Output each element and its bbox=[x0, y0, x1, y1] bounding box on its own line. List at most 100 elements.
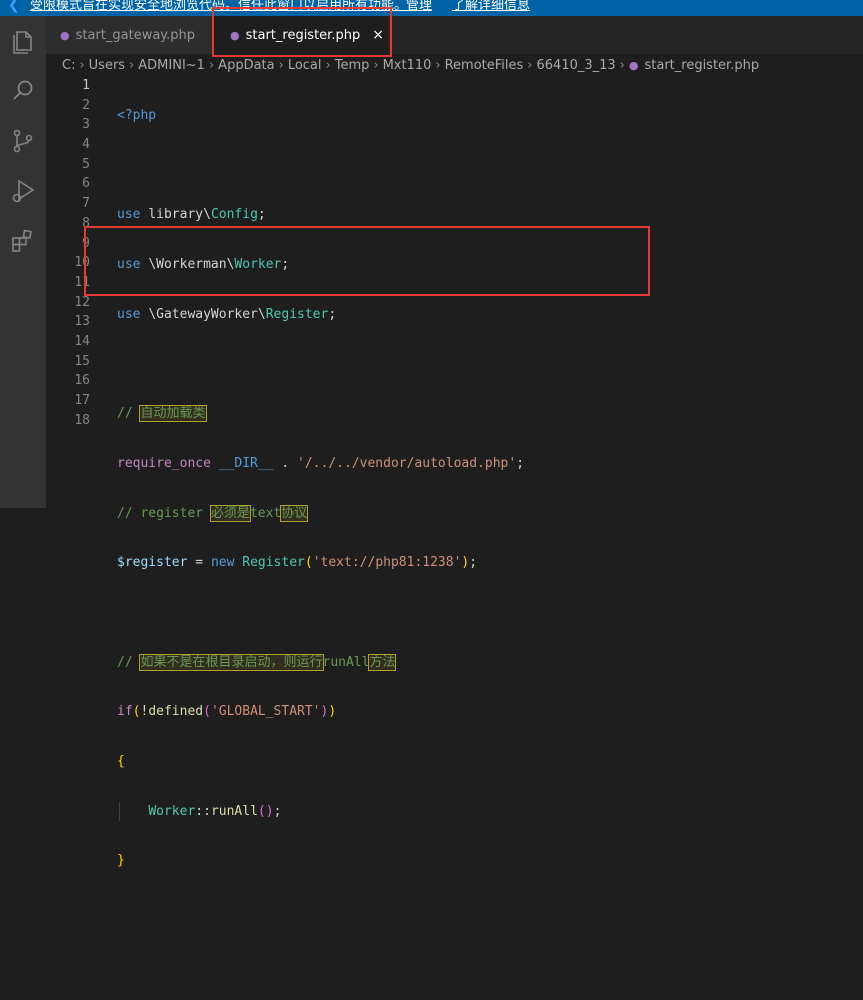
tab-label: start_gateway.php bbox=[75, 27, 196, 43]
code-line: // register 必须是text协议 bbox=[117, 504, 857, 524]
magic-constant: __DIR__ bbox=[218, 455, 274, 471]
line-number: 18 bbox=[74, 412, 90, 428]
line-number: 1 bbox=[82, 78, 90, 93]
activity-bar bbox=[0, 16, 46, 508]
tab-start-register[interactable]: ● start_register.php × bbox=[214, 16, 388, 54]
breadcrumb-item[interactable]: AppData bbox=[218, 58, 274, 73]
semicolon: ; bbox=[516, 455, 525, 471]
class-name: Worker bbox=[148, 803, 196, 819]
operator: ! bbox=[140, 704, 149, 720]
ns-sep: \ bbox=[148, 306, 157, 322]
line-number: 7 bbox=[82, 196, 90, 212]
chevron-right-icon: › bbox=[79, 57, 85, 73]
editor-tab-bar: ● start_gateway.php ● start_register.php… bbox=[46, 16, 863, 54]
breadcrumb: C: › Users › ADMINI~1 › AppData › Local › Tem… bbox=[46, 54, 863, 76]
semicolon: ; bbox=[328, 306, 337, 322]
function-name: runAll bbox=[210, 803, 258, 819]
operator: :: bbox=[195, 803, 211, 819]
line-number: 9 bbox=[82, 235, 90, 251]
restricted-mode-banner: ❮ 受限模式旨在实现安全地浏览代码。信任此窗口以启用所有功能。 管理 了解详细信… bbox=[0, 0, 863, 16]
paren: ( bbox=[304, 555, 313, 571]
code-line: Worker::runAll(); bbox=[117, 801, 857, 822]
paren: () bbox=[257, 803, 274, 819]
breadcrumb-item[interactable]: RemoteFiles bbox=[445, 58, 524, 73]
code-line: // 自动加载类 bbox=[117, 404, 857, 424]
ns-sep: \ bbox=[148, 257, 157, 273]
breadcrumb-item[interactable]: Users bbox=[89, 58, 125, 73]
restricted-mode-notice[interactable]: 受限模式旨在实现安全地浏览代码。信任此窗口以启用所有功能。 bbox=[30, 0, 407, 13]
brace: } bbox=[117, 853, 125, 869]
breadcrumb-item[interactable]: 66410_3_13 bbox=[537, 58, 616, 73]
chevron-right-icon: › bbox=[325, 57, 331, 73]
keyword: new bbox=[210, 555, 235, 571]
chevron-right-icon: › bbox=[373, 57, 379, 73]
keyword: use bbox=[117, 306, 141, 322]
code-line: if(!defined('GLOBAL_START')) bbox=[117, 702, 857, 722]
string: 'GLOBAL_START' bbox=[210, 704, 321, 720]
code-line: use \Workerman\Worker; bbox=[117, 255, 857, 275]
close-icon[interactable]: × bbox=[372, 27, 384, 43]
extensions-icon[interactable] bbox=[8, 226, 38, 256]
breadcrumb-item[interactable]: Local bbox=[288, 58, 322, 73]
code-content[interactable]: <?php use library\Config; use \Workerman… bbox=[117, 76, 857, 868]
source-control-icon[interactable] bbox=[8, 126, 38, 156]
chevron-right-icon: › bbox=[527, 57, 533, 73]
code-editor[interactable]: 1 2 3 4 5 6 7 8 9 10 11 12 13 14 15 16 1… bbox=[46, 76, 863, 868]
breadcrumb-item[interactable]: Temp bbox=[335, 58, 370, 73]
chevron-right-icon: › bbox=[435, 57, 441, 73]
namespace: GatewayWorker bbox=[156, 306, 258, 322]
semicolon: ; bbox=[469, 555, 478, 571]
php-file-icon: ● bbox=[60, 28, 70, 42]
comment-highlight: 方法 bbox=[368, 653, 397, 671]
code-line: // 如果不是在根目录启动，则运行runAll方法 bbox=[117, 653, 857, 673]
string: 'text://php81:1238' bbox=[312, 555, 462, 571]
line-number: 17 bbox=[74, 393, 90, 408]
code-line: require_once __DIR__ . '/../../vendor/au… bbox=[117, 454, 857, 474]
semicolon: ; bbox=[281, 257, 290, 273]
line-number: 8 bbox=[82, 215, 90, 231]
breadcrumb-item[interactable]: C: bbox=[62, 58, 75, 73]
php-file-icon: ● bbox=[628, 58, 639, 72]
operator: = bbox=[187, 555, 211, 571]
php-file-icon: ● bbox=[230, 28, 240, 42]
breadcrumb-item[interactable]: ADMINI~1 bbox=[138, 58, 205, 73]
code-line: use \GatewayWorker\Register; bbox=[117, 305, 857, 325]
tab-start-gateway[interactable]: ● start_gateway.php bbox=[46, 16, 212, 54]
chevron-right-icon: › bbox=[278, 57, 284, 73]
line-number: 6 bbox=[82, 176, 90, 192]
search-icon[interactable] bbox=[8, 76, 38, 106]
learn-more-link[interactable]: 了解详细信息 bbox=[452, 0, 530, 13]
namespace: Workerman bbox=[156, 257, 227, 273]
ns-sep: \ bbox=[203, 207, 211, 223]
line-number: 2 bbox=[82, 97, 90, 113]
explorer-icon[interactable] bbox=[8, 26, 38, 56]
line-number: 15 bbox=[74, 353, 90, 369]
line-number-gutter: 1 2 3 4 5 6 7 8 9 10 11 12 13 14 15 16 1… bbox=[46, 76, 90, 508]
class-name: Worker bbox=[234, 257, 282, 273]
class-name: Config bbox=[210, 207, 258, 223]
chevron-right-icon: › bbox=[619, 57, 625, 73]
operator: . bbox=[273, 455, 298, 471]
line-number: 5 bbox=[82, 156, 90, 172]
chevron-right-icon: › bbox=[129, 57, 135, 73]
line-number: 14 bbox=[74, 333, 90, 349]
php-open-tag: <?php bbox=[117, 108, 157, 123]
keyword: if bbox=[117, 704, 133, 720]
breadcrumb-item[interactable]: start_register.php bbox=[644, 58, 759, 73]
keyword: require_once bbox=[117, 455, 211, 471]
line-number: 16 bbox=[74, 373, 90, 389]
breadcrumb-item[interactable]: Mxt110 bbox=[383, 58, 432, 73]
tab-label: start_register.php bbox=[245, 27, 361, 43]
run-debug-icon[interactable] bbox=[8, 176, 38, 206]
paren: ) bbox=[328, 704, 337, 720]
paren: ) bbox=[320, 704, 329, 720]
manage-link[interactable]: 管理 bbox=[406, 0, 432, 13]
semicolon: ; bbox=[257, 207, 266, 223]
class-name: Register bbox=[265, 306, 329, 322]
comment-highlight: 自动加载类 bbox=[139, 405, 207, 423]
